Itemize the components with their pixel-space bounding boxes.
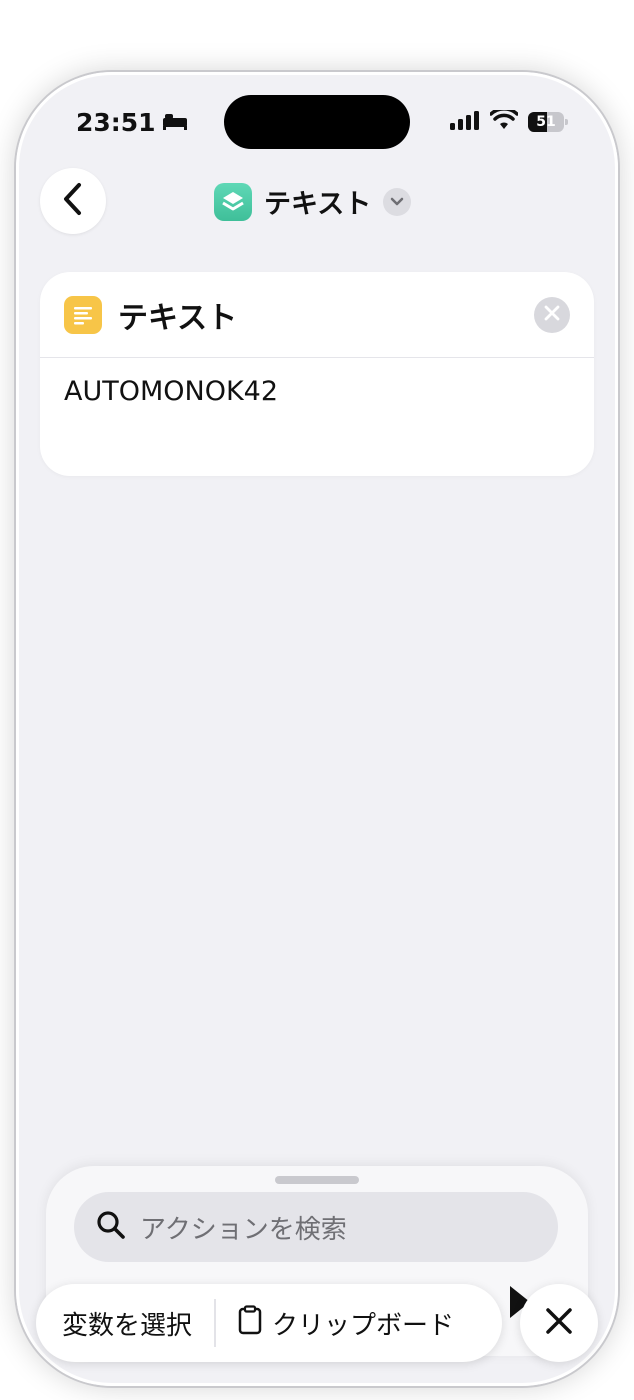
text-content: AUTOMONOK42 xyxy=(64,376,279,407)
battery-level: 51 xyxy=(536,114,556,130)
select-variable-label: 変数を選択 xyxy=(62,1310,193,1341)
shortcut-title-menu[interactable]: テキスト xyxy=(214,182,412,221)
page-title: テキスト xyxy=(264,189,372,220)
shortcuts-layers-icon xyxy=(214,182,252,221)
action-title: テキスト xyxy=(118,300,238,336)
clipboard-label: クリップボード xyxy=(272,1310,455,1341)
bed-icon xyxy=(162,108,188,137)
close-circle-icon xyxy=(544,305,560,325)
action-card-header: テキスト xyxy=(40,272,594,358)
select-variable-button[interactable]: 変数を選択 xyxy=(62,1305,192,1342)
text-content-field[interactable]: AUTOMONOK42 xyxy=(40,358,594,425)
dynamic-island xyxy=(224,95,410,149)
search-icon xyxy=(96,1210,126,1244)
variable-toolbar: 変数を選択 クリップボード xyxy=(36,1284,502,1362)
status-time-label: 23:51 xyxy=(76,108,156,137)
clipboard-button[interactable]: クリップボード xyxy=(238,1304,455,1342)
chevron-down-icon[interactable] xyxy=(383,187,412,216)
search-placeholder: アクションを検索 xyxy=(140,1214,347,1245)
close-button[interactable] xyxy=(520,1284,598,1362)
battery-indicator: 51 xyxy=(528,112,568,132)
text-lines-icon xyxy=(64,295,102,334)
close-icon xyxy=(544,1306,574,1340)
chevron-left-icon xyxy=(62,182,84,220)
action-search-input[interactable]: アクションを検索 xyxy=(74,1192,558,1262)
text-action-card: テキスト AUTOMONOK42 xyxy=(40,272,594,476)
status-indicators: 51 xyxy=(450,107,568,134)
sheet-grabber[interactable] xyxy=(275,1176,359,1184)
clipboard-icon xyxy=(238,1304,262,1342)
remove-action-button[interactable] xyxy=(534,296,570,333)
wifi-icon xyxy=(489,107,519,134)
toolbar-divider xyxy=(214,1299,217,1347)
phone-screen: 23:51 51 テキスト テキスト AUTOMONOK42 アクションを検索 … xyxy=(16,72,618,1386)
cellular-signal-icon xyxy=(450,110,480,134)
status-time: 23:51 xyxy=(76,108,188,137)
back-button[interactable] xyxy=(40,168,106,234)
